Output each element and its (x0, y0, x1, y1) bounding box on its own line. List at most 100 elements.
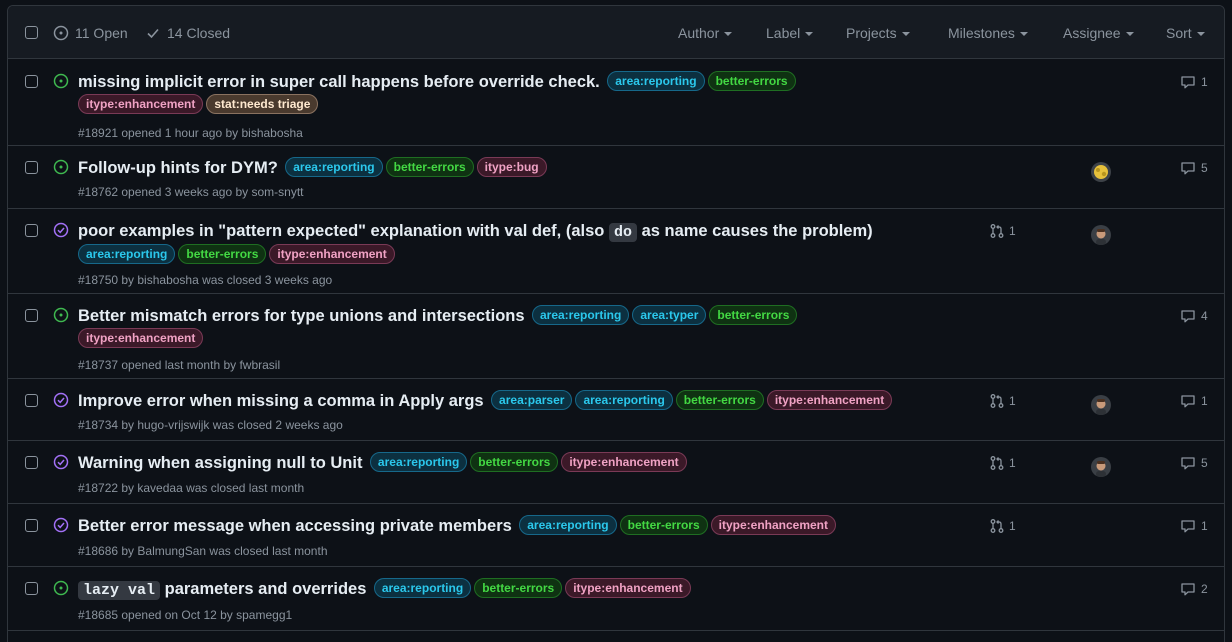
issue-label[interactable]: better-errors (385, 157, 474, 177)
comment-count[interactable]: 2 (1180, 581, 1208, 597)
assignee-avatar[interactable] (1091, 162, 1111, 182)
linked-pr-count[interactable]: 1 (989, 393, 1016, 409)
issue-label[interactable]: itype:enhancement (710, 515, 836, 535)
assignee-filter-dropdown[interactable]: Assignee (1063, 6, 1134, 59)
issue-row[interactable]: poor examples in "pattern expected" expl… (8, 209, 1224, 294)
issue-select-checkbox[interactable] (25, 394, 38, 407)
issue-row[interactable]: lazy val parameters and overrides area:r… (8, 567, 1224, 631)
issue-label[interactable]: better-errors (474, 578, 563, 598)
issue-closed-icon (53, 454, 69, 470)
issues-list-header: 11 Open 14 Closed Author Label Projects … (8, 6, 1224, 59)
comment-count-text: 5 (1201, 161, 1208, 175)
issue-label[interactable]: itype:enhancement (269, 244, 395, 264)
issue-title-link[interactable]: poor examples in "pattern expected" expl… (78, 222, 873, 242)
closed-issues-filter[interactable]: 14 Closed (145, 6, 230, 59)
issue-label[interactable]: stat:needs triage (206, 94, 319, 114)
open-issues-filter[interactable]: 11 Open (53, 6, 128, 59)
issue-title-text: Improve error when missing a comma in Ap… (78, 392, 484, 410)
issue-title-link[interactable]: missing implicit error in super call hap… (78, 73, 600, 91)
comment-icon (1181, 76, 1195, 89)
issue-opened-icon (53, 580, 69, 601)
issue-label[interactable]: itype:bug (476, 157, 547, 177)
issue-title-link[interactable]: lazy val parameters and overrides (78, 580, 366, 600)
issue-label[interactable]: area:reporting (531, 305, 630, 325)
issue-title-line: Warning when assigning null to Unit area… (78, 452, 894, 475)
author-filter-dropdown[interactable]: Author (678, 6, 733, 59)
issue-select-checkbox[interactable] (25, 582, 38, 595)
comment-count[interactable]: 4 (1180, 308, 1208, 324)
issue-title-link[interactable]: Improve error when missing a comma in Ap… (78, 392, 484, 410)
issue-label[interactable]: itype:enhancement (766, 390, 893, 410)
select-all-checkbox[interactable] (25, 26, 38, 39)
chevron-down-icon (724, 31, 733, 36)
comment-count[interactable]: 5 (1180, 455, 1208, 471)
issue-label[interactable]: area:reporting (369, 452, 468, 472)
linked-pr-count[interactable]: 1 (989, 518, 1016, 534)
comment-count[interactable]: 1 (1180, 393, 1208, 409)
issue-label[interactable]: area:reporting (607, 71, 705, 91)
pr-count-text: 1 (1009, 519, 1016, 533)
issue-meta: #18686 by BalmungSan was closed last mon… (78, 544, 328, 558)
issue-label[interactable]: itype:enhancement (565, 578, 691, 598)
issue-label[interactable]: itype:enhancement (561, 452, 687, 472)
comment-icon (1181, 162, 1195, 175)
comment-count[interactable]: 1 (1180, 518, 1208, 534)
author-filter-label: Author (678, 24, 720, 41)
closed-count-label: 14 Closed (167, 24, 231, 41)
issue-opened-icon (53, 73, 69, 89)
assignee-avatar[interactable] (1091, 225, 1111, 245)
linked-pr-count[interactable]: 1 (989, 455, 1016, 471)
issue-label[interactable]: better-errors (707, 71, 796, 91)
issue-title-line: poor examples in "pattern expected" expl… (78, 220, 894, 267)
comment-count-text: 1 (1201, 394, 1208, 408)
issue-row[interactable]: Warning when assigning null to Unit area… (8, 441, 1224, 504)
pr-count-text: 1 (1009, 394, 1016, 408)
chevron-down-icon (1019, 31, 1028, 36)
issue-label[interactable]: area:reporting (78, 244, 176, 264)
milestones-filter-dropdown[interactable]: Milestones (948, 6, 1028, 59)
issue-title-text: Better error message when accessing priv… (78, 517, 512, 535)
assignee-avatar[interactable] (1091, 457, 1111, 477)
issue-label[interactable]: area:reporting (519, 515, 617, 535)
issue-title-link[interactable]: Better error message when accessing priv… (78, 517, 512, 535)
comment-count[interactable]: 5 (1180, 160, 1208, 176)
sort-dropdown[interactable]: Sort (1166, 6, 1205, 59)
assignee-avatar[interactable] (1091, 395, 1111, 415)
label-filter-dropdown[interactable]: Label (766, 6, 814, 59)
pull-request-icon (990, 456, 1004, 470)
issue-label[interactable]: itype:enhancement (78, 328, 204, 348)
issue-row[interactable]: Better error message when accessing priv… (8, 504, 1224, 567)
issue-title-link[interactable]: Warning when assigning null to Unit (78, 454, 362, 472)
issue-label[interactable]: better-errors (709, 305, 798, 325)
issue-row[interactable]: Better mismatch errors for type unions a… (8, 294, 1224, 379)
issue-row[interactable]: missing implicit error in super call hap… (8, 60, 1224, 146)
issue-title-line: lazy val parameters and overrides area:r… (78, 578, 894, 602)
issue-label[interactable]: better-errors (178, 244, 267, 264)
issue-label[interactable]: better-errors (675, 390, 764, 410)
issue-title-text: Follow-up hints for DYM? (78, 159, 278, 177)
issue-label[interactable]: better-errors (619, 515, 708, 535)
issue-title-link[interactable]: Better mismatch errors for type unions a… (78, 307, 525, 325)
issue-select-checkbox[interactable] (25, 456, 38, 469)
issue-select-checkbox[interactable] (25, 161, 38, 174)
comment-count-text: 2 (1201, 582, 1208, 596)
issue-label[interactable]: area:reporting (285, 157, 383, 177)
issue-label[interactable]: area:typer (632, 305, 707, 325)
issue-select-checkbox[interactable] (25, 75, 38, 88)
comment-count[interactable]: 1 (1180, 74, 1208, 90)
pr-count-text: 1 (1009, 456, 1016, 470)
issue-label[interactable]: area:reporting (373, 578, 472, 598)
issue-select-checkbox[interactable] (25, 309, 38, 322)
issue-label[interactable]: itype:enhancement (78, 94, 204, 114)
issue-row[interactable]: Follow-up hints for DYM? area:reporting b… (8, 146, 1224, 209)
linked-pr-count[interactable]: 1 (989, 223, 1016, 239)
issue-label[interactable]: area:parser (491, 390, 573, 410)
issue-title-link[interactable]: Follow-up hints for DYM? (78, 159, 278, 177)
issue-opened-icon (53, 73, 69, 94)
issue-row[interactable]: Improve error when missing a comma in Ap… (8, 379, 1224, 441)
issue-label[interactable]: area:reporting (575, 390, 673, 410)
issue-label[interactable]: better-errors (470, 452, 559, 472)
issue-select-checkbox[interactable] (25, 224, 38, 237)
projects-filter-dropdown[interactable]: Projects (846, 6, 910, 59)
issue-select-checkbox[interactable] (25, 519, 38, 532)
